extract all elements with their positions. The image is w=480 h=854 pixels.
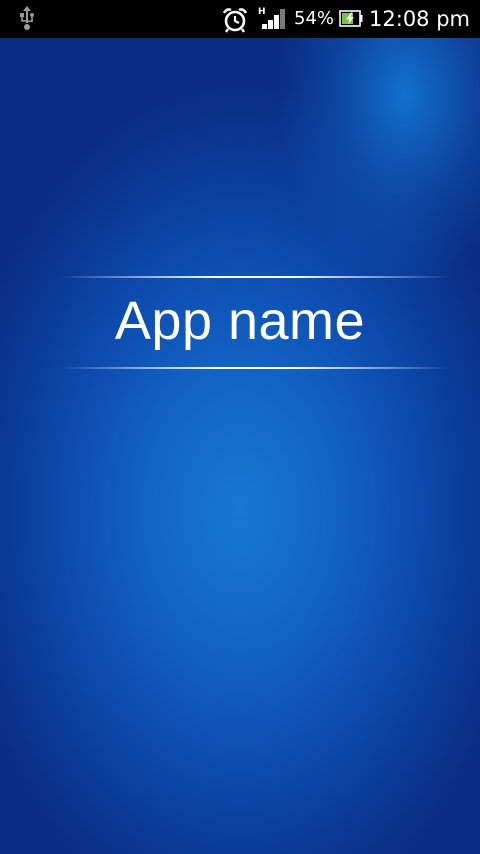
signal-strength-icon: H — [258, 7, 285, 29]
usb-icon — [20, 6, 34, 30]
splash-screen: H 54% 12:08 pm App name — [0, 0, 480, 854]
title-divider-top — [60, 276, 450, 278]
status-bar: H 54% 12:08 pm — [0, 0, 480, 38]
network-type-label: H — [258, 7, 266, 17]
app-name-title: App name — [114, 291, 366, 351]
alarm-clock-icon — [222, 8, 248, 33]
battery-charging-icon — [339, 10, 363, 27]
battery-percent: 54% — [294, 8, 335, 29]
title-divider-bottom — [60, 367, 450, 369]
status-clock: 12:08 pm — [369, 7, 470, 31]
